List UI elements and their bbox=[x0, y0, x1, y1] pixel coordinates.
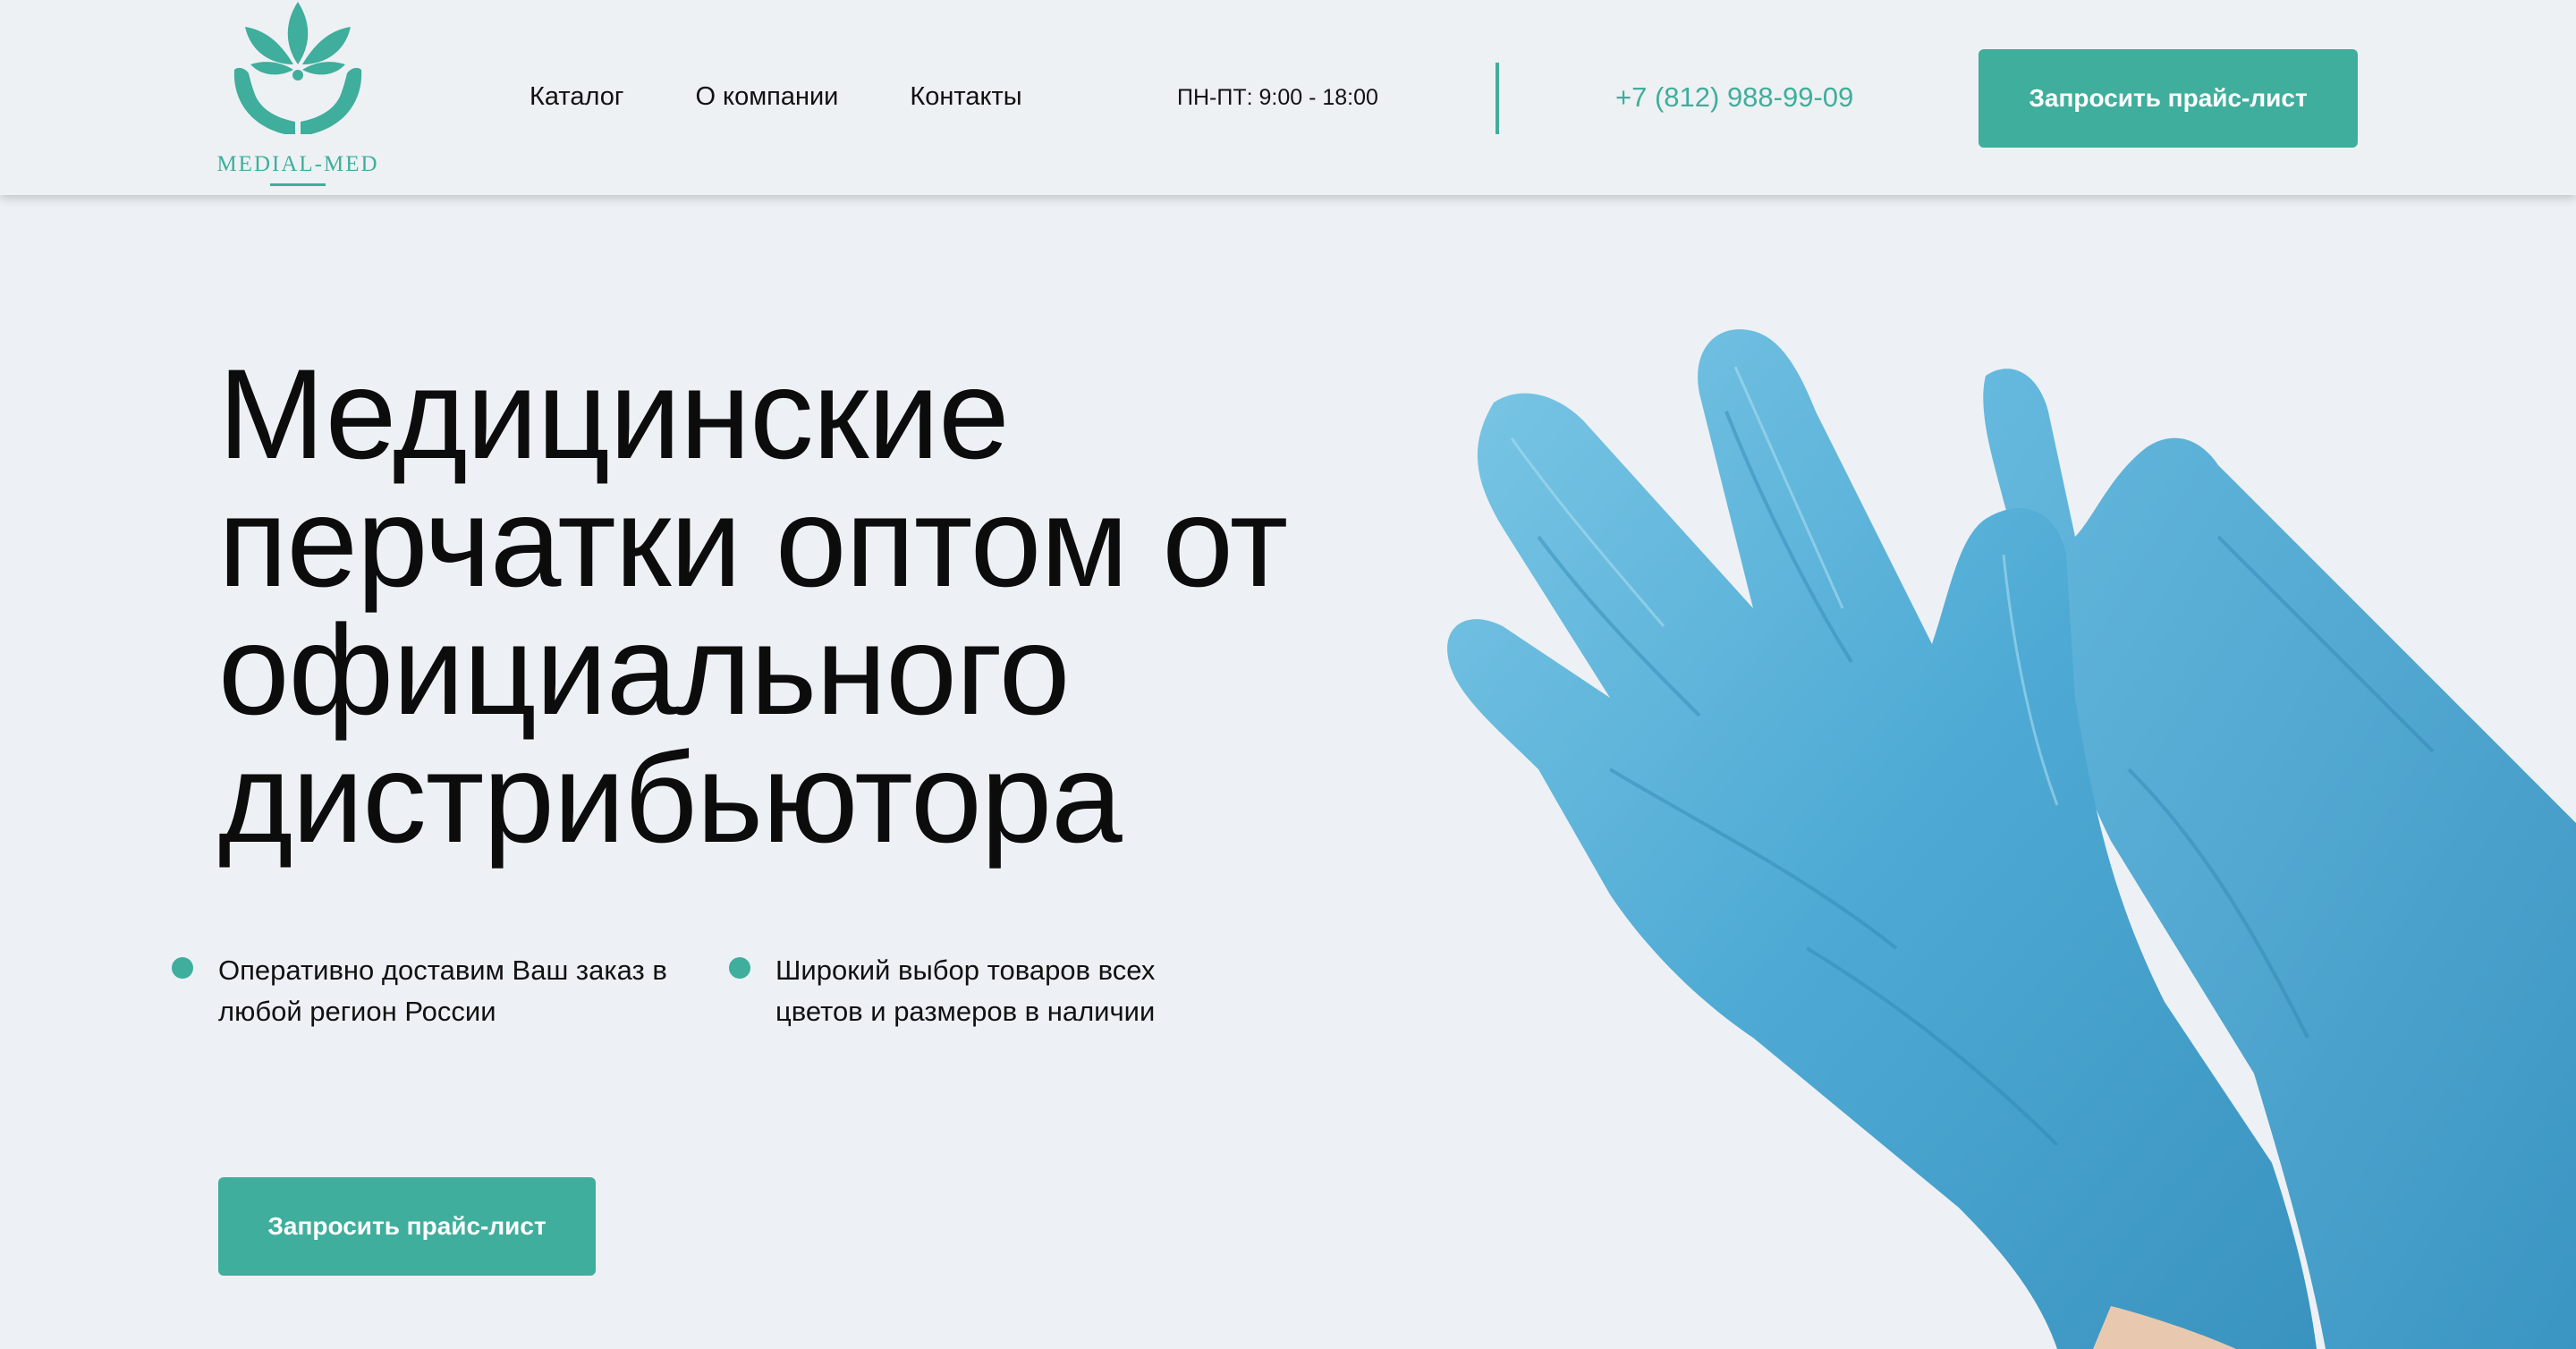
hero-title-line: официального bbox=[218, 599, 1070, 742]
feature-line: Оперативно доставим Ваш заказ в bbox=[218, 954, 667, 986]
main-nav: Каталог О компании Контакты bbox=[530, 82, 1022, 112]
site-header: MEDIAL-MED Каталог О компании Контакты П… bbox=[0, 0, 2576, 195]
feature-line: любой регион России bbox=[218, 996, 496, 1027]
feature-text: Оперативно доставим Ваш заказ в любой ре… bbox=[218, 950, 667, 1032]
hero-title-line: перчатки оптом от bbox=[218, 471, 1288, 614]
hero-title-line: дистрибьютора bbox=[218, 727, 1123, 870]
working-hours: ПН-ПТ: 9:00 - 18:00 bbox=[1177, 85, 1378, 110]
request-price-list-button-hero[interactable]: Запросить прайс-лист bbox=[218, 1177, 596, 1276]
request-price-list-button-header[interactable]: Запросить прайс-лист bbox=[1979, 49, 2358, 148]
header-divider bbox=[1496, 63, 1499, 134]
bullet-dot-icon bbox=[172, 957, 193, 979]
logo-underline bbox=[270, 183, 326, 186]
brand-name: MEDIAL-MED bbox=[216, 152, 379, 176]
blue-medical-gloves-image bbox=[1447, 329, 2576, 1349]
nav-item-about[interactable]: О компании bbox=[695, 82, 838, 112]
bullet-dot-icon bbox=[729, 957, 750, 979]
phone-link[interactable]: +7 (812) 988-99-09 bbox=[1615, 81, 1853, 114]
leaf-hands-logo-icon bbox=[233, 2, 362, 134]
hero-title: Медицинские перчатки оптом от официально… bbox=[218, 351, 1470, 862]
feature-line: Широкий выбор товаров всех bbox=[775, 954, 1156, 986]
feature-line: цветов и размеров в наличии bbox=[775, 996, 1156, 1027]
hero-title-line: Медицинские bbox=[218, 344, 1010, 486]
feature-text: Широкий выбор товаров всех цветов и разм… bbox=[775, 950, 1155, 1032]
brand-logo[interactable]: MEDIAL-MED bbox=[215, 0, 381, 190]
nav-item-contacts[interactable]: Контакты bbox=[910, 82, 1021, 112]
nav-item-catalog[interactable]: Каталог bbox=[530, 82, 623, 112]
